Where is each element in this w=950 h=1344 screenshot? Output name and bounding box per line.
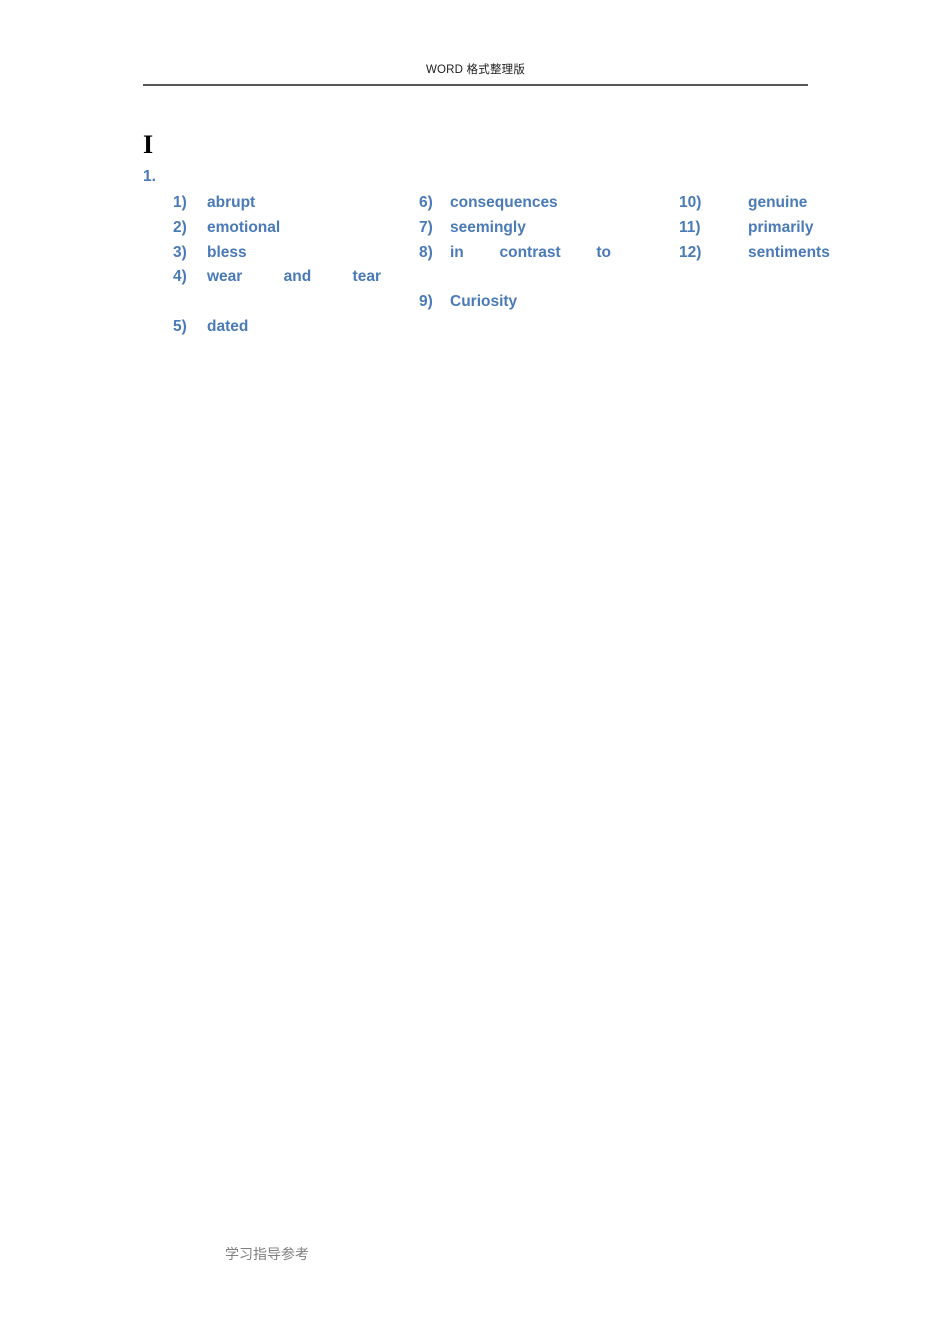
question-number: 1. bbox=[143, 168, 156, 185]
answer-item: 5) dated bbox=[173, 315, 381, 340]
answer-marker: 11) bbox=[679, 218, 701, 236]
answer-marker: 12) bbox=[679, 243, 702, 261]
answer-item: 4) wear and tear bbox=[173, 265, 381, 315]
answer-text: primarily bbox=[748, 218, 814, 236]
answer-columns: 1) abrupt 2) emotional 3) bless 4) wear … bbox=[143, 191, 830, 340]
answer-item: 10) genuine bbox=[679, 191, 811, 216]
answer-marker: 6) bbox=[419, 194, 433, 211]
answer-column-1: 1) abrupt 2) emotional 3) bless 4) wear … bbox=[143, 191, 381, 340]
section-heading: I bbox=[143, 130, 154, 159]
answer-marker: 1) bbox=[173, 194, 187, 211]
answer-text: dated bbox=[207, 317, 249, 335]
answer-column-2: 6) consequences 7) seemingly 8) in contr… bbox=[381, 191, 611, 315]
page-footer: 学习指导参考 bbox=[225, 1248, 309, 1263]
answer-text: wear and tear bbox=[207, 268, 381, 286]
answer-text: consequences bbox=[450, 194, 558, 211]
answer-marker: 8) bbox=[419, 243, 433, 261]
answer-item: 9) Curiosity bbox=[419, 290, 611, 315]
answer-text: bless bbox=[207, 243, 247, 261]
answer-marker: 5) bbox=[173, 317, 187, 335]
answer-item: 8) in contrast to bbox=[419, 241, 611, 291]
answer-text: in contrast to bbox=[450, 243, 611, 261]
header-title: WORD 格式整理版 bbox=[425, 64, 526, 76]
header-divider bbox=[143, 84, 808, 86]
answer-marker: 10) bbox=[679, 194, 702, 211]
document-page: WORD 格式整理版 I 1. 1) abrupt 2) emotional 3… bbox=[0, 0, 950, 1344]
answer-text: abrupt bbox=[207, 194, 256, 211]
answer-marker: 7) bbox=[419, 218, 433, 236]
answer-text: Curiosity bbox=[450, 293, 518, 311]
answer-text: sentiments bbox=[748, 243, 830, 261]
answer-item: 12) sentiments bbox=[679, 241, 830, 266]
answer-marker: 3) bbox=[173, 243, 187, 261]
answer-item: 7) seemingly bbox=[419, 216, 611, 241]
answer-marker: 2) bbox=[173, 218, 187, 236]
answer-marker: 9) bbox=[419, 293, 433, 311]
answer-text: emotional bbox=[207, 218, 281, 236]
answer-column-3: 10) genuine 11) primarily 12) sentiments bbox=[611, 191, 830, 266]
answer-text: seemingly bbox=[450, 218, 526, 236]
answer-marker: 4) bbox=[173, 268, 187, 286]
answer-item: 6) consequences bbox=[419, 191, 611, 216]
document-body: I 1. 1) abrupt 2) emotional 3) bless 4) bbox=[143, 128, 830, 340]
page-header: WORD 格式整理版 bbox=[143, 62, 808, 86]
answer-item: 3) bless bbox=[173, 241, 381, 266]
answer-item: 11) primarily bbox=[679, 216, 814, 241]
answer-item: 2) emotional bbox=[173, 216, 381, 241]
answer-text: genuine bbox=[748, 194, 808, 211]
answer-item: 1) abrupt bbox=[173, 191, 381, 216]
